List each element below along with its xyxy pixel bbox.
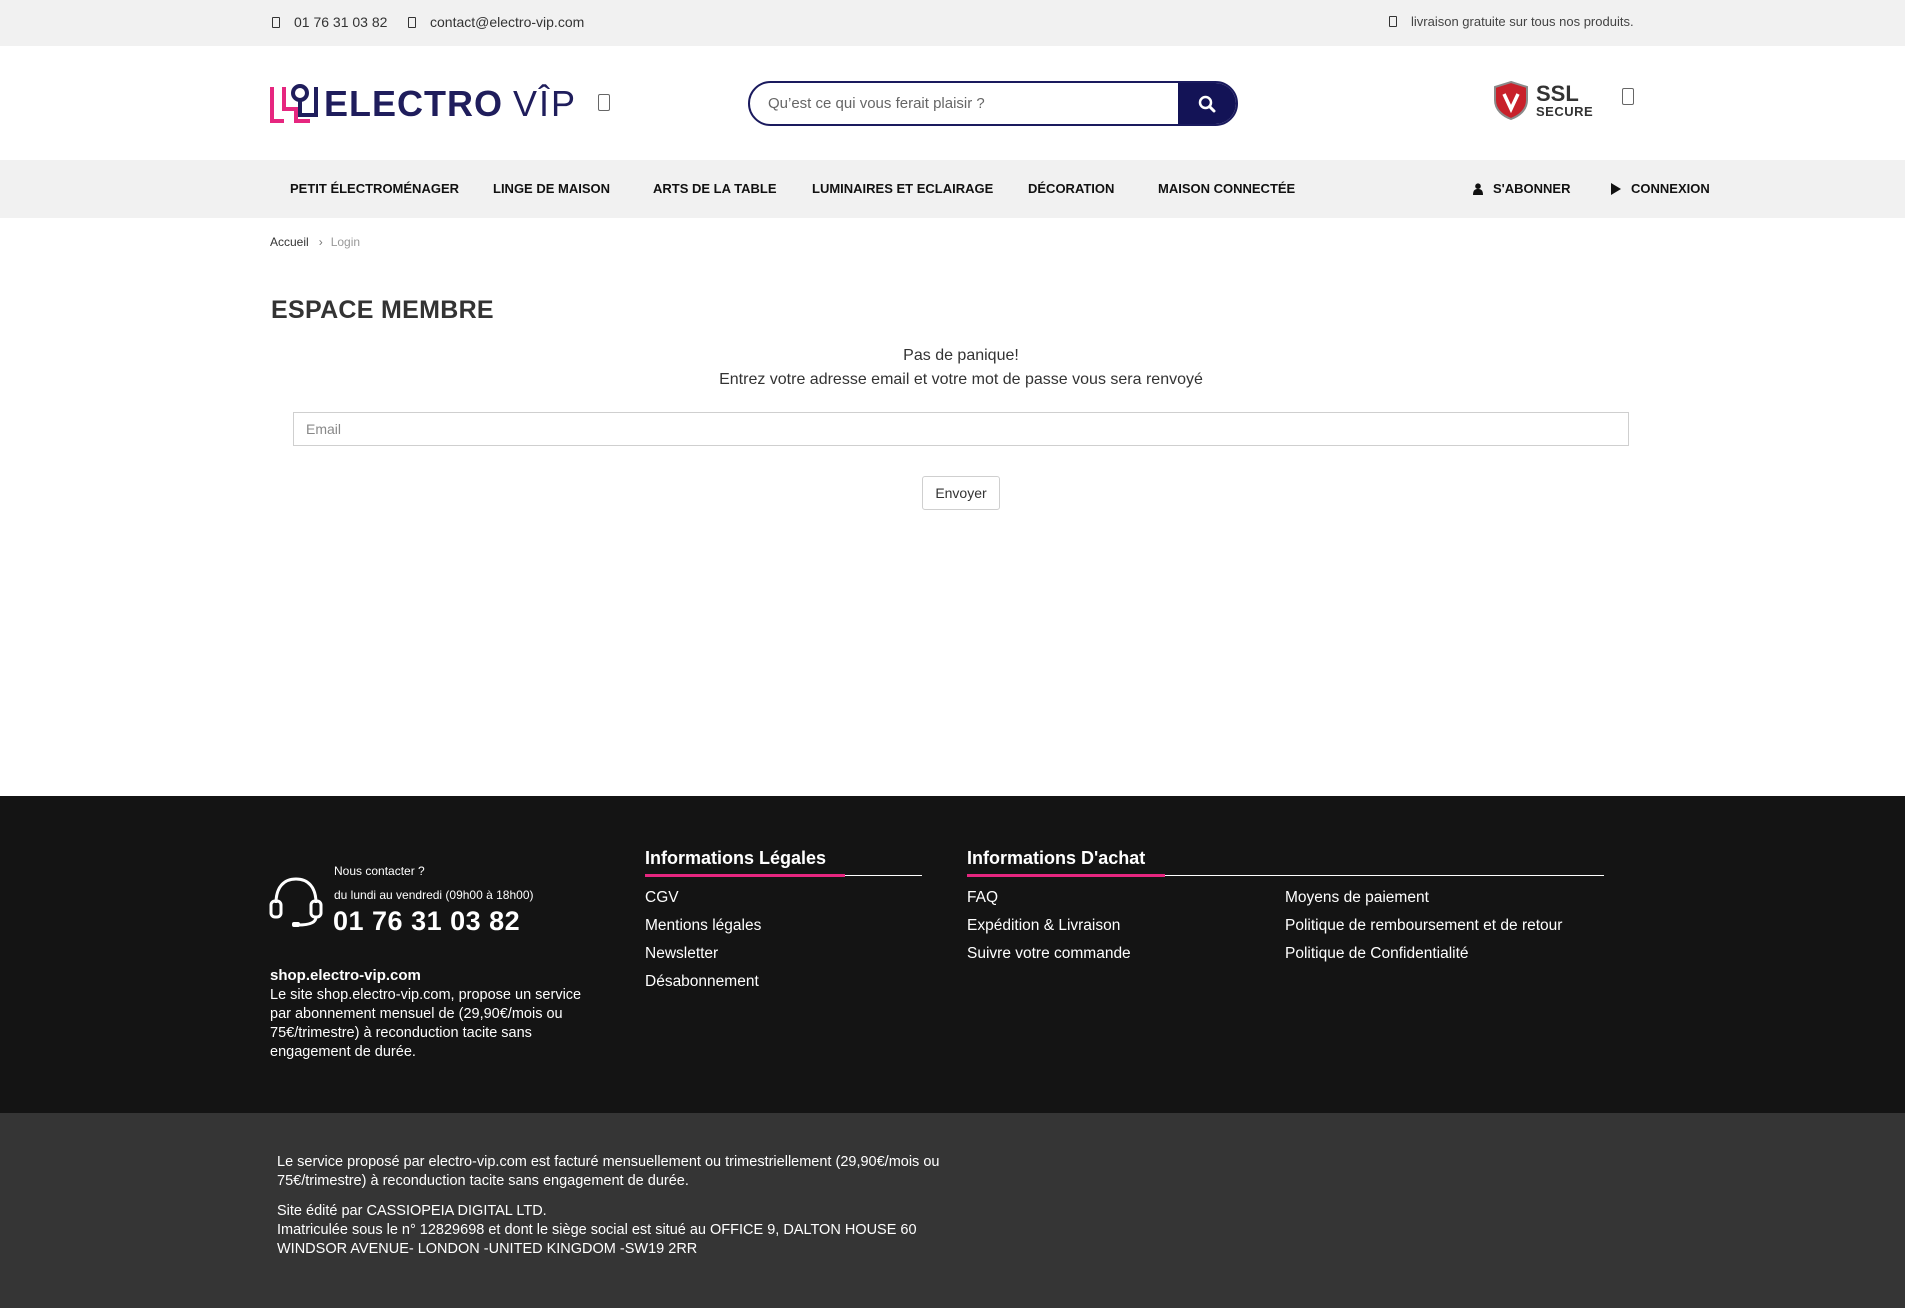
cart-icon[interactable]: [1622, 88, 1634, 105]
topbar-email-text: contact@electro-vip.com: [430, 14, 585, 30]
footer-site-name: shop.electro-vip.com: [270, 967, 421, 984]
user-icon: [1473, 182, 1483, 195]
topbar-shipping: livraison gratuite sur tous nos produits…: [1389, 14, 1634, 29]
breadcrumb-current: Login: [330, 235, 361, 249]
legal-info-title: Informations Légales: [645, 848, 827, 868]
nav-item-linge-de-maison[interactable]: LINGE DE MAISON: [493, 181, 610, 196]
ssl-label: SSL: [1536, 80, 1579, 106]
chevron-right-icon: ›: [318, 235, 323, 249]
legal-line-4: Imatriculée sous le n° 12829698 et dont …: [277, 1222, 917, 1238]
ssl-text: SSL SECURE: [1536, 80, 1594, 119]
shield-icon: [1494, 80, 1528, 120]
nav-item-petit-electromenager[interactable]: PETIT ÉLECTROMÉNAGER: [290, 181, 459, 196]
site-header: ELECTROVÎP SSL SECURE: [0, 46, 1905, 160]
info-message-2: Entrez votre adresse email et votre mot …: [719, 371, 1203, 388]
ssl-secure-label: SECURE: [1536, 103, 1594, 119]
main-nav: PETIT ÉLECTROMÉNAGER LINGE DE MAISON ART…: [0, 160, 1905, 218]
search-button[interactable]: [1178, 83, 1236, 124]
subscribe-link[interactable]: S'ABONNER: [1473, 181, 1571, 196]
footer-link-mentions-legales[interactable]: Mentions légales: [645, 917, 761, 935]
topbar-phone-text: 01 76 31 03 82: [294, 14, 388, 30]
send-button[interactable]: Envoyer: [922, 476, 1000, 510]
purchase-info-title: Informations D'achat: [967, 848, 1146, 868]
contact-label: Nous contacter ?: [334, 864, 425, 878]
play-icon: [1611, 182, 1621, 195]
logo-wordmark: ELECTRO VÎP: [324, 83, 577, 125]
logo-icon: [270, 84, 318, 123]
page-title: ESPACE MEMBRE: [271, 296, 494, 324]
top-info-bar: 01 76 31 03 82 contact@electro-vip.com l…: [0, 0, 1905, 46]
phone-icon: [272, 16, 280, 28]
legal-line-2: 75€/trimestre) à reconduction tacite san…: [277, 1173, 689, 1189]
footer-link-suivre-commande[interactable]: Suivre votre commande: [967, 945, 1131, 963]
logo-electro: ELECTRO: [324, 83, 504, 124]
breadcrumb-home[interactable]: Accueil: [270, 235, 309, 249]
site-logo[interactable]: ELECTRO VÎP: [270, 79, 577, 129]
footer-link-remboursement[interactable]: Politique de remboursement et de retour: [1285, 917, 1562, 935]
headset-icon: [269, 877, 323, 927]
ssl-secure-badge: SSL SECURE: [1492, 80, 1593, 120]
mail-icon: [408, 16, 416, 28]
footer-link-confidentialite[interactable]: Politique de Confidentialité: [1285, 945, 1469, 963]
topbar-email[interactable]: contact@electro-vip.com: [408, 14, 584, 30]
info-message-1: Pas de panique!: [903, 347, 1019, 364]
email-field[interactable]: [293, 412, 1629, 446]
footer-link-cgv[interactable]: CGV: [645, 889, 679, 907]
footer-link-newsletter[interactable]: Newsletter: [645, 945, 718, 963]
contact-phone[interactable]: 01 76 31 03 82: [333, 906, 520, 937]
nav-item-maison-connectee[interactable]: MAISON CONNECTÉE: [1158, 181, 1295, 196]
footer-site-description: Le site shop.electro-vip.com, propose un…: [270, 987, 582, 1060]
legal-line-1: Le service proposé par electro-vip.com e…: [277, 1154, 940, 1170]
footer-link-faq[interactable]: FAQ: [967, 889, 998, 907]
menu-icon[interactable]: [598, 94, 610, 111]
contact-hours: du lundi au vendredi (09h00 à 18h00): [334, 888, 534, 902]
search-icon: [1198, 95, 1216, 112]
footer-link-expedition[interactable]: Expédition & Livraison: [967, 917, 1120, 935]
footer-link-desabonnement[interactable]: Désabonnement: [645, 973, 759, 991]
legal-line-5: WINDSOR AVENUE- LONDON -UNITED KINGDOM -…: [277, 1241, 698, 1257]
logo-vip: VÎP: [513, 83, 578, 124]
legal-accent: [645, 874, 845, 877]
login-link[interactable]: CONNEXION: [1611, 181, 1710, 196]
nav-item-arts-de-la-table[interactable]: ARTS DE LA TABLE: [653, 181, 777, 196]
topbar-phone[interactable]: 01 76 31 03 82: [272, 14, 387, 30]
site-footer: [0, 796, 1905, 1113]
login-label: CONNEXION: [1631, 181, 1710, 196]
truck-icon: [1389, 16, 1397, 27]
footer-link-moyens-paiement[interactable]: Moyens de paiement: [1285, 889, 1429, 907]
legal-line-3: Site édité par CASSIOPEIA DIGITAL LTD.: [277, 1203, 547, 1219]
search-input[interactable]: [750, 83, 1178, 124]
subscribe-label: S'ABONNER: [1493, 181, 1571, 196]
purchase-accent: [967, 874, 1165, 877]
search-bar: [748, 81, 1238, 126]
topbar-shipping-text: livraison gratuite sur tous nos produits…: [1411, 14, 1634, 29]
nav-item-decoration[interactable]: DÉCORATION: [1028, 181, 1114, 196]
breadcrumb: Accueil › Login: [270, 235, 360, 249]
nav-item-luminaires[interactable]: LUMINAIRES ET ECLAIRAGE: [812, 181, 993, 196]
